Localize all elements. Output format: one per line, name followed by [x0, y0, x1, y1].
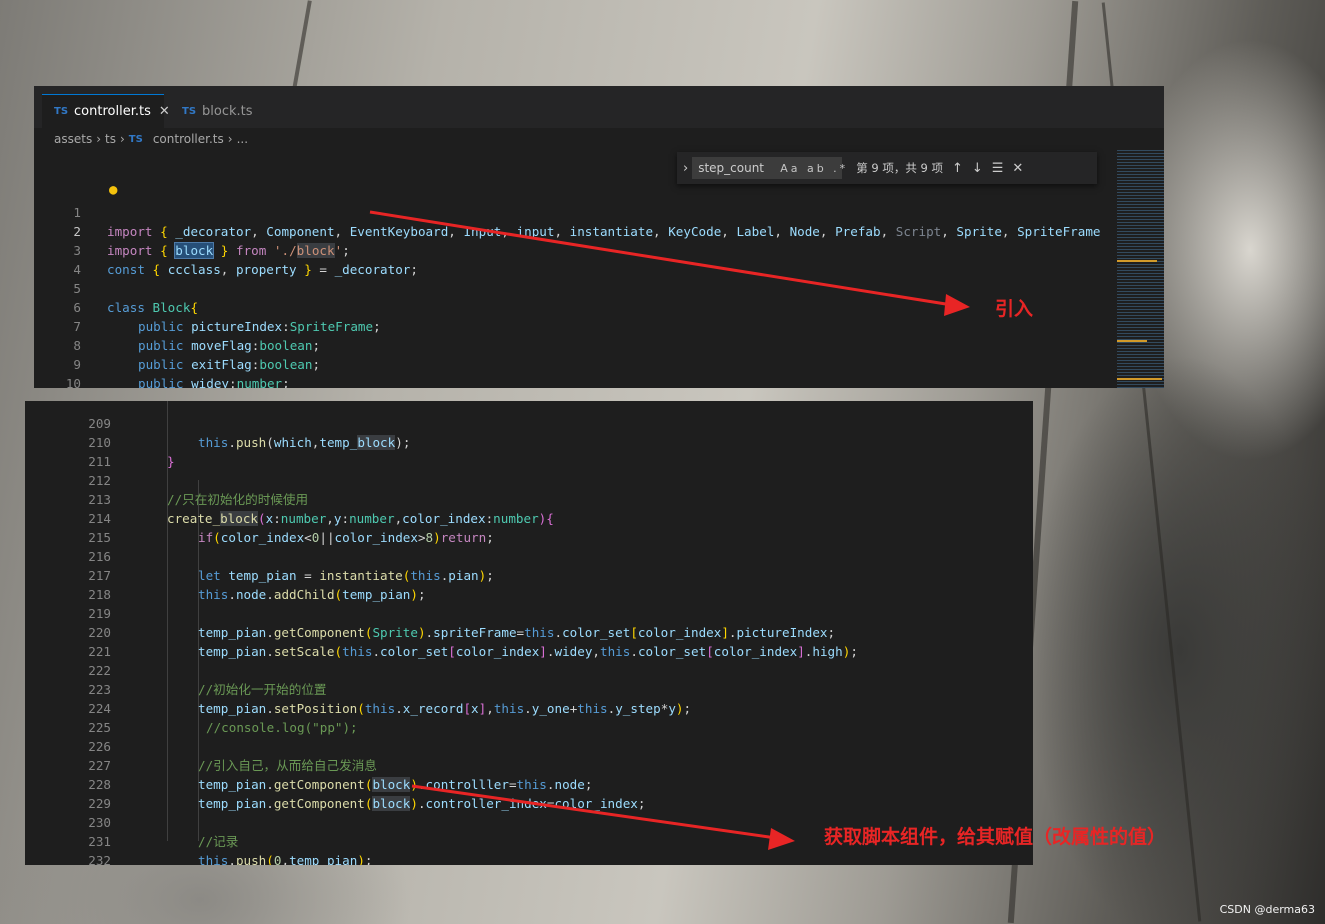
- tab-label: controller.ts: [74, 104, 151, 119]
- breadcrumb-item[interactable]: ts: [105, 132, 116, 146]
- arrow-up-icon[interactable]: ↑: [952, 161, 963, 176]
- code-line: 220 temp_pian.setScale(this.color_set[co…: [25, 604, 1033, 659]
- code-line: 218: [25, 566, 1033, 602]
- minimap[interactable]: [1117, 150, 1164, 388]
- code-line: 216 let temp_pian = instantiate(this.pia…: [25, 528, 1033, 583]
- code-line: 209 this.push(which,temp_block);: [25, 401, 1033, 450]
- code-line: 214 if(color_index<0||color_index>8)retu…: [25, 490, 1033, 545]
- code-line: 4: [34, 241, 1164, 277]
- code-line: 224 //console.log("pp");: [25, 680, 1033, 735]
- chevron-right-icon: ›: [96, 132, 102, 146]
- breadcrumb-item[interactable]: assets: [54, 132, 92, 146]
- rock-crack: [292, 0, 312, 90]
- code-line: 222 //初始化一开始的位置: [25, 642, 1033, 697]
- typescript-icon: TS: [128, 133, 143, 145]
- annotation-import: 引入: [995, 298, 1034, 320]
- chevron-right-icon: ›: [119, 132, 125, 146]
- code-line: 219 temp_pian.getComponent(Sprite).sprit…: [25, 585, 1033, 640]
- code-line: 11: [34, 374, 1164, 388]
- arrow-down-icon[interactable]: ↓: [972, 161, 983, 176]
- close-icon[interactable]: ✕: [1012, 161, 1023, 176]
- code-line: 2 import { block } from './block';: [34, 203, 1164, 259]
- tab-controller[interactable]: TS controller.ts ✕: [42, 94, 170, 128]
- close-icon[interactable]: ✕: [159, 104, 170, 119]
- code-line: 228 temp_pian.getComponent(block).contro…: [25, 756, 1033, 811]
- chevron-right-icon: ›: [227, 132, 233, 146]
- code-line: 221: [25, 623, 1033, 659]
- watermark: CSDN @derma63: [1219, 903, 1315, 916]
- code-line: 229: [25, 775, 1033, 811]
- code-line: 213 create_block(x:number,y:number,color…: [25, 471, 1033, 526]
- code-line: 227 temp_pian.getComponent(block).contro…: [25, 737, 1033, 792]
- code-line: 226 //引入自己，从而给自己发消息: [25, 718, 1033, 773]
- code-line: 210 }: [25, 414, 1033, 469]
- code-line: 212 //只在初始化的时候使用: [25, 452, 1033, 507]
- breadcrumb-item[interactable]: ...: [237, 132, 248, 146]
- code-line: 217 this.node.addChild(temp_pian);: [25, 547, 1033, 602]
- code-line: 230 //记录: [25, 794, 1033, 849]
- editor-window-top: TS controller.ts ✕ TS block.ts assets › …: [34, 86, 1164, 388]
- tab-label: block.ts: [202, 103, 253, 119]
- code-line: 10 public high:number;: [34, 355, 1164, 388]
- code-line: 225: [25, 699, 1033, 735]
- code-line: 211: [25, 433, 1033, 469]
- annotation-component: 获取脚本组件，给其赋值（改属性的值）: [824, 826, 1167, 848]
- code-line: 9 public widey:number;: [34, 336, 1164, 388]
- find-in-selection-icon[interactable]: ☰: [992, 161, 1004, 176]
- breadcrumb-item[interactable]: controller.ts: [153, 132, 224, 146]
- chevron-right-icon[interactable]: ›: [683, 161, 688, 176]
- code-line: 1 import { _decorator, Component, EventK…: [34, 184, 1164, 239]
- typescript-icon: TS: [54, 106, 69, 117]
- code-line: 223 temp_pian.setPosition(this.x_record[…: [25, 661, 1033, 716]
- find-query: step_count: [698, 161, 765, 175]
- breadcrumb: assets › ts › TS controller.ts › ...: [54, 132, 248, 146]
- code-line: 5 class Block{: [34, 260, 1164, 315]
- find-result-count: 第 9 项，共 9 项: [856, 161, 943, 175]
- code-line: 215: [25, 509, 1033, 545]
- lightbulb-icon[interactable]: ●: [109, 182, 117, 198]
- code-line: 233: [25, 851, 1033, 865]
- editor-window-bottom: 209 this.push(which,temp_block); 210 } 2…: [25, 401, 1033, 865]
- find-widget: › step_count Aa ab .* 第 9 项，共 9 项 ↑ ↓ ☰ …: [677, 152, 1097, 184]
- code-line: 3 const { ccclass, property } = _decorat…: [34, 222, 1164, 277]
- find-options-icon[interactable]: Aa ab .*: [780, 162, 848, 175]
- typescript-icon: TS: [182, 105, 197, 117]
- tab-block[interactable]: TS block.ts: [170, 94, 288, 128]
- tab-bar: TS controller.ts ✕ TS block.ts: [34, 86, 1164, 128]
